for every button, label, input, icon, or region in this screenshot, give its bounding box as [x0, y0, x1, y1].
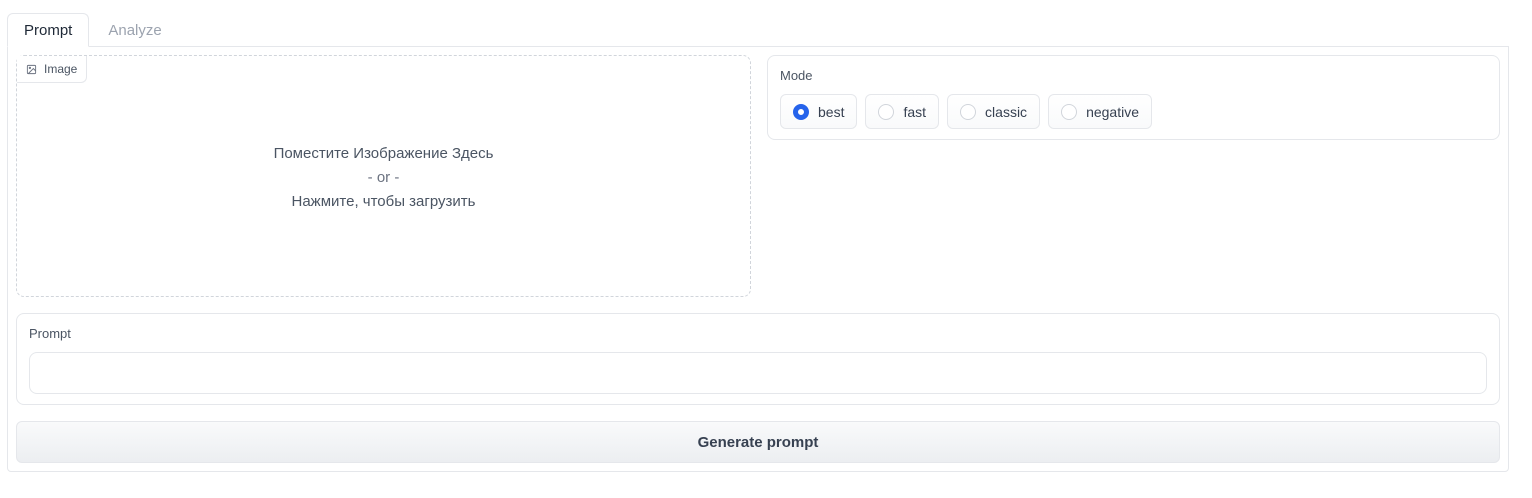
radio-unchecked-icon[interactable] [878, 103, 895, 120]
tab-analyze[interactable]: Analyze [89, 14, 177, 47]
mode-group: Mode best fast classic negative [767, 55, 1500, 140]
tab-bar: Prompt Analyze [7, 13, 178, 47]
mode-option-label: fast [903, 103, 927, 120]
prompt-group: Prompt [16, 313, 1500, 405]
click-upload-text: Нажмите, чтобы загрузить [291, 193, 476, 210]
image-icon [26, 64, 37, 75]
image-upload-label: Image [17, 56, 88, 83]
tab-prompt[interactable]: Prompt [7, 13, 90, 47]
prompt-textbox[interactable] [29, 352, 1487, 394]
drop-instructions: Поместите Изображение Здесь - or - Нажми… [17, 142, 750, 214]
mode-radio-group: best fast classic negative [780, 94, 1152, 129]
radio-unchecked-icon[interactable] [1061, 103, 1078, 120]
mode-option-best[interactable]: best [780, 94, 858, 129]
radio-unchecked-icon[interactable] [960, 103, 977, 120]
mode-option-label: classic [985, 103, 1028, 120]
image-label-text: Image [44, 62, 78, 76]
radio-checked-icon[interactable] [793, 103, 809, 120]
prompt-label: Prompt [29, 326, 71, 341]
mode-option-label: negative [1086, 103, 1139, 120]
mode-option-label: best [818, 103, 845, 120]
mode-option-fast[interactable]: fast [865, 94, 940, 129]
drop-text: Поместите Изображение Здесь [273, 145, 494, 162]
mode-label: Mode [780, 68, 813, 83]
or-text: - or - [367, 169, 400, 186]
mode-option-classic[interactable]: classic [947, 94, 1041, 129]
mode-option-negative[interactable]: negative [1048, 94, 1152, 129]
generate-prompt-button[interactable]: Generate prompt [16, 421, 1500, 463]
image-upload-dropzone[interactable]: Image Поместите Изображение Здесь - or -… [16, 55, 751, 297]
